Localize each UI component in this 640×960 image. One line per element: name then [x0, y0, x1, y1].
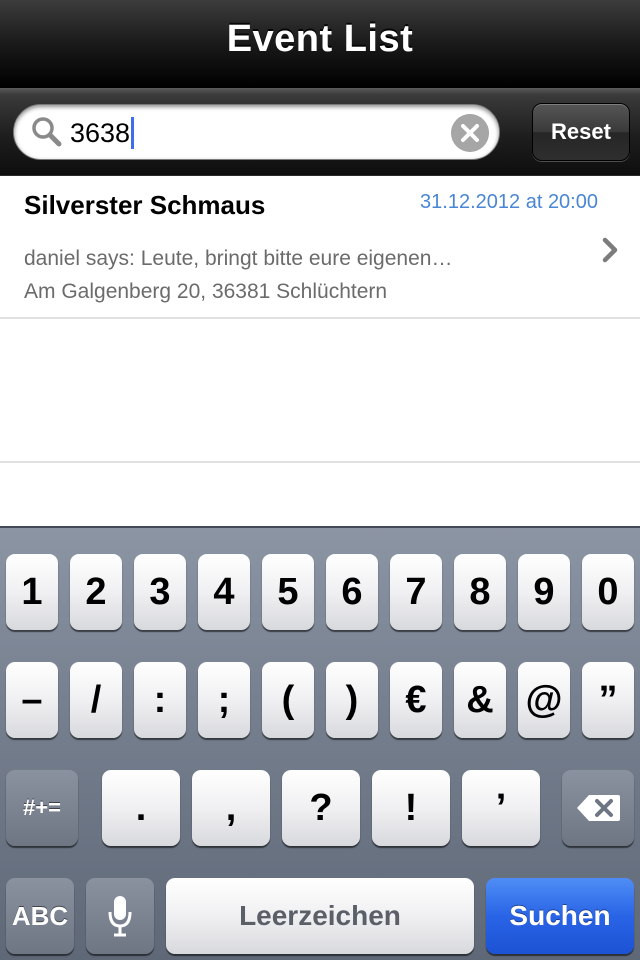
- keyboard: 1 2 3 4 5 6 7 8 9 0 – / : ; ( ) € & @ ” …: [0, 526, 640, 960]
- key-more-symbols[interactable]: #+=: [6, 770, 78, 846]
- key-2[interactable]: 2: [70, 554, 122, 630]
- key-0[interactable]: 0: [582, 554, 634, 630]
- key-colon[interactable]: :: [134, 662, 186, 738]
- search-query: 3638: [70, 118, 131, 148]
- event-title: Silverster Schmaus: [24, 190, 266, 220]
- key-quote[interactable]: ”: [582, 662, 634, 738]
- key-slash[interactable]: /: [70, 662, 122, 738]
- event-date: 31.12.2012 at 20:00: [420, 191, 598, 213]
- clear-icon[interactable]: [451, 114, 489, 152]
- event-address: Am Galgenberg 20, 36381 Schlüchtern: [24, 280, 388, 303]
- key-3[interactable]: 3: [134, 554, 186, 630]
- key-7[interactable]: 7: [390, 554, 442, 630]
- key-9[interactable]: 9: [518, 554, 570, 630]
- delete-key[interactable]: [562, 770, 634, 846]
- key-open-paren[interactable]: (: [262, 662, 314, 738]
- list-item[interactable]: Silverster Schmaus 31.12.2012 at 20:00 d…: [0, 176, 640, 319]
- key-ampersand[interactable]: &: [454, 662, 506, 738]
- key-apostrophe[interactable]: ’: [462, 770, 540, 846]
- text-caret: [131, 117, 135, 149]
- dictation-key[interactable]: [86, 878, 154, 954]
- event-message: daniel says: Leute, bringt bitte eure ei…: [24, 247, 453, 270]
- reset-button[interactable]: Reset: [532, 103, 630, 161]
- chevron-right-icon: [602, 237, 618, 263]
- key-1[interactable]: 1: [6, 554, 58, 630]
- key-euro[interactable]: €: [390, 662, 442, 738]
- key-6[interactable]: 6: [326, 554, 378, 630]
- search-input[interactable]: 3638: [13, 104, 500, 160]
- key-at[interactable]: @: [518, 662, 570, 738]
- key-5[interactable]: 5: [262, 554, 314, 630]
- key-4[interactable]: 4: [198, 554, 250, 630]
- key-semicolon[interactable]: ;: [198, 662, 250, 738]
- search-action-key[interactable]: Suchen: [486, 878, 634, 954]
- key-question[interactable]: ?: [282, 770, 360, 846]
- key-period[interactable]: .: [102, 770, 180, 846]
- empty-row: [0, 319, 640, 463]
- search-bar: 3638 Reset: [0, 88, 640, 176]
- key-exclamation[interactable]: !: [372, 770, 450, 846]
- key-abc[interactable]: ABC: [6, 878, 74, 954]
- key-close-paren[interactable]: ): [326, 662, 378, 738]
- key-comma[interactable]: ,: [192, 770, 270, 846]
- page-title: Event List: [226, 18, 414, 60]
- search-icon: [32, 117, 62, 147]
- microphone-icon: [108, 896, 132, 937]
- space-key[interactable]: Leerzeichen: [166, 878, 474, 954]
- key-8[interactable]: 8: [454, 554, 506, 630]
- navigation-bar: Event List: [0, 0, 640, 88]
- backspace-icon: [577, 795, 620, 821]
- event-list: Silverster Schmaus 31.12.2012 at 20:00 d…: [0, 176, 640, 526]
- key-dash[interactable]: –: [6, 662, 58, 738]
